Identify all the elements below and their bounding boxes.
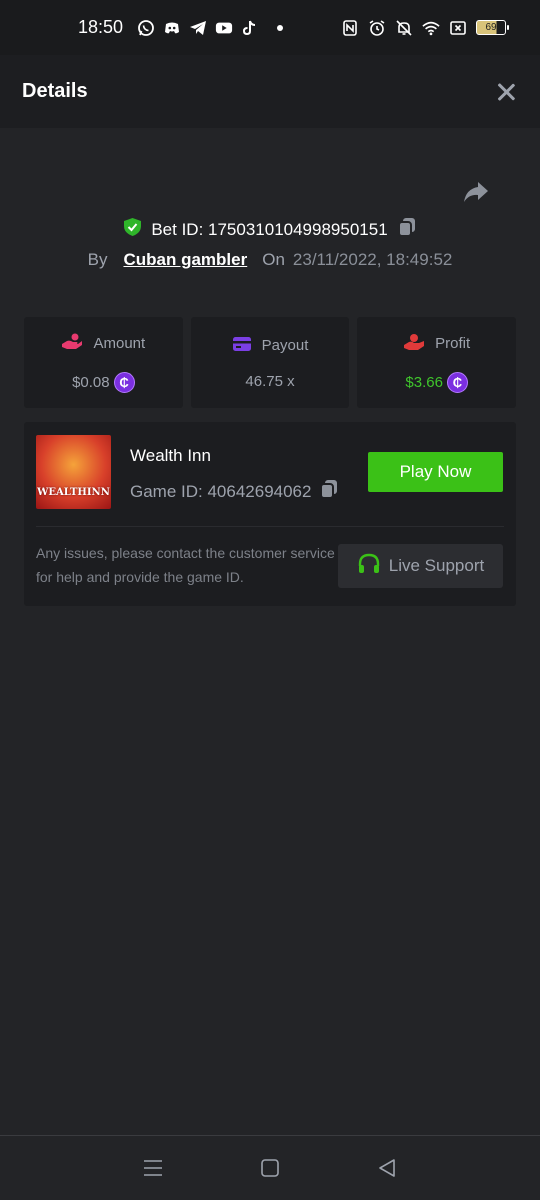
tiktok-icon xyxy=(241,19,259,37)
card-icon xyxy=(232,336,252,356)
status-time: 18:50 xyxy=(78,17,124,37)
stat-value: $0.08 xyxy=(72,373,110,391)
details-header: Details xyxy=(0,55,540,128)
share-icon[interactable] xyxy=(462,178,490,206)
play-now-button[interactable]: Play Now xyxy=(368,452,503,492)
game-thumbnail-title: WEALTHINN xyxy=(37,487,110,498)
system-navigation-bar xyxy=(0,1135,540,1200)
alarm-icon xyxy=(368,19,386,37)
coin-icon: ₵ xyxy=(446,371,468,393)
by-label: By xyxy=(87,250,108,269)
game-id-row: Game ID: 40642694062 xyxy=(130,478,339,505)
more-notifications-dot xyxy=(277,24,284,31)
game-card: WEALTHINN Wealth Inn Game ID: 4064269406… xyxy=(24,422,516,606)
profit-hand-icon xyxy=(403,333,425,355)
stat-label: Payout xyxy=(261,337,309,354)
bet-id-row: Bet ID: 1750310104998950151 xyxy=(0,216,540,243)
notification-icons xyxy=(137,19,284,37)
nfc-icon xyxy=(341,19,359,37)
battery-icon: 69 xyxy=(476,20,509,35)
verified-shield-icon xyxy=(123,217,142,242)
page-title: Details xyxy=(22,80,88,102)
stat-value: $3.66 xyxy=(405,373,443,391)
stat-amount: Amount $0.08 ₵ xyxy=(24,317,183,408)
system-icons: 69 xyxy=(341,19,509,37)
discord-icon xyxy=(163,19,181,37)
stat-label: Profit xyxy=(435,335,471,352)
live-support-label: Live Support xyxy=(388,556,485,575)
copy-bet-id-icon[interactable] xyxy=(397,216,417,243)
stat-payout: Payout 46.75 x xyxy=(190,317,350,408)
game-name: Wealth Inn xyxy=(130,446,211,465)
game-id: Game ID: 40642694062 xyxy=(130,481,312,501)
game-thumbnail[interactable]: WEALTHINN xyxy=(36,435,111,509)
stat-profit: Profit $3.66 ₵ xyxy=(357,317,517,408)
copy-game-id-icon[interactable] xyxy=(319,478,339,505)
home-icon[interactable] xyxy=(258,1156,282,1180)
bet-meta-row: By Cuban gambler On 23/11/2022, 18:49:52 xyxy=(0,250,540,270)
headset-icon xyxy=(357,552,381,581)
stat-label: Amount xyxy=(93,335,146,352)
back-icon[interactable] xyxy=(375,1156,399,1180)
bet-stats: Amount $0.08 ₵ Payout 46.75 x Profit $3.… xyxy=(24,317,517,408)
bet-id: Bet ID: 1750310104998950151 xyxy=(151,219,388,239)
on-label: On xyxy=(262,250,285,269)
youtube-icon xyxy=(215,19,233,37)
hand-coin-icon xyxy=(61,333,83,355)
close-box-icon xyxy=(449,19,467,37)
telegram-icon xyxy=(189,19,207,37)
coin-icon: ₵ xyxy=(113,371,135,393)
stat-value: 46.75 x xyxy=(245,372,295,390)
divider xyxy=(36,526,504,527)
bet-datetime: 23/11/2022, 18:49:52 xyxy=(292,250,453,269)
status-bar: 18:50 69 xyxy=(0,0,540,55)
mute-icon xyxy=(395,19,413,37)
wifi-icon xyxy=(422,19,440,37)
live-support-button[interactable]: Live Support xyxy=(338,544,503,588)
support-help-text: Any issues, please contact the customer … xyxy=(36,545,335,585)
close-button[interactable] xyxy=(494,80,518,104)
whatsapp-icon xyxy=(137,19,155,37)
recent-apps-icon[interactable] xyxy=(141,1156,165,1180)
user-link[interactable]: Cuban gambler xyxy=(123,250,247,270)
